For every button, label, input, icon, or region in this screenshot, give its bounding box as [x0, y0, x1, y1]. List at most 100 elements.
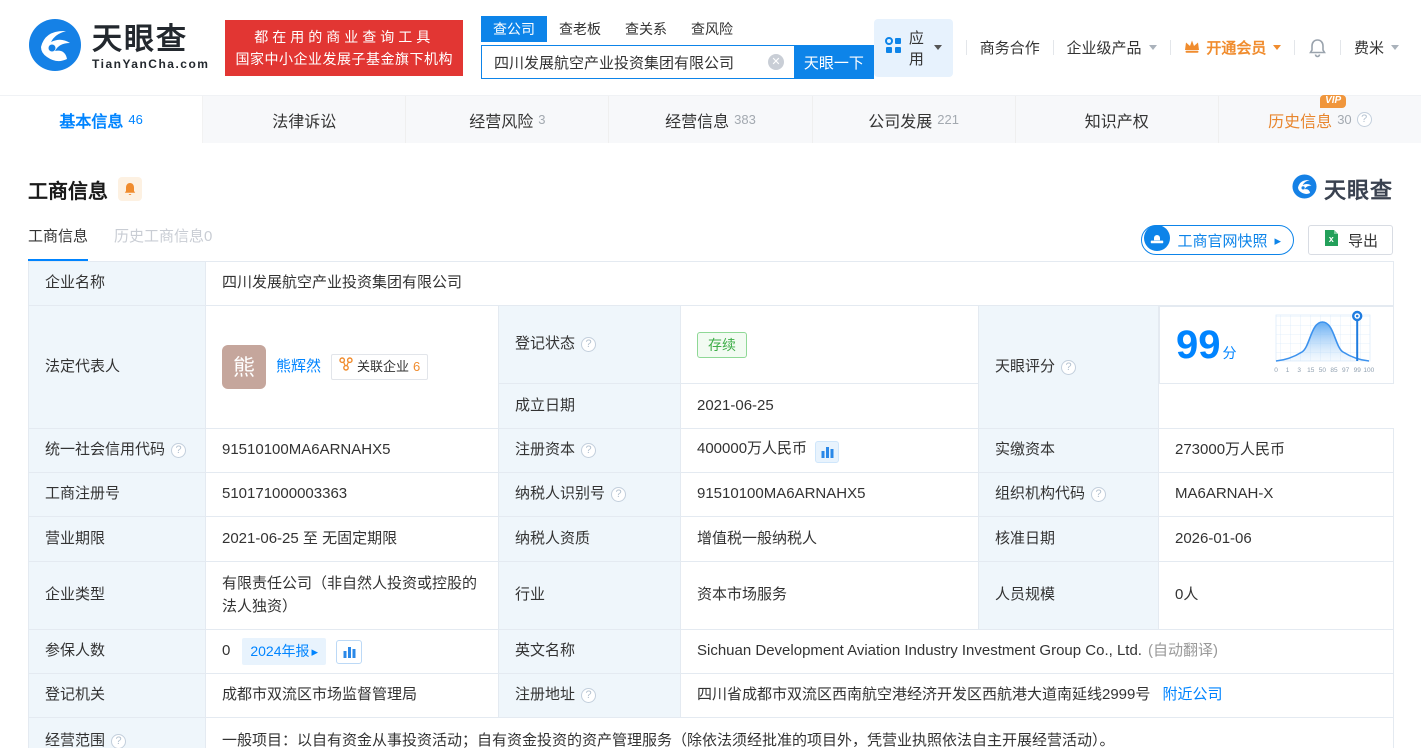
company-name-value: 四川发展航空产业投资集团有限公司 — [204, 261, 1395, 306]
user-menu[interactable]: 费米 — [1354, 37, 1399, 58]
vip-label: 开通会员 — [1206, 40, 1267, 57]
nav-enterprise[interactable]: 企业级产品 — [1067, 37, 1157, 58]
capital-chart-icon[interactable] — [815, 441, 840, 463]
clear-icon[interactable] — [767, 54, 784, 70]
search-tab-company[interactable]: 查公司 — [480, 16, 547, 42]
approval-date-value: 2026-01-06 — [1157, 516, 1395, 562]
svg-text:15: 15 — [1307, 367, 1315, 374]
svg-text:85: 85 — [1330, 367, 1338, 374]
help-icon[interactable] — [171, 443, 187, 458]
svg-text:1: 1 — [1285, 367, 1289, 374]
related-companies-badge[interactable]: 关联企业 6 — [331, 354, 429, 380]
field-label: 天眼评分 — [978, 305, 1159, 429]
tab-label: 经营信息 — [665, 113, 730, 131]
tab-ip[interactable]: 知识产权 — [1016, 96, 1219, 143]
annual-report-tag[interactable]: 2024年报 — [242, 638, 327, 665]
tab-count: 383 — [734, 112, 756, 127]
notification-bell[interactable] — [1308, 38, 1327, 58]
search-tabs: 查公司 查老板 查关系 查风险 — [480, 16, 874, 42]
apps-button[interactable]: 应用 — [873, 18, 953, 77]
score-distribution-chart: 0 1 3 15 50 85 97 99 100 — [1261, 307, 1383, 383]
insured-chart-icon[interactable] — [336, 639, 363, 664]
field-label: 登记状态 — [498, 305, 681, 384]
promo-banner: 都在用的商业查询工具 国家中小企业发展子基金旗下机构 — [225, 19, 463, 76]
related-count: 6 — [413, 359, 421, 375]
paid-capital-value: 273000万人民币 — [1157, 428, 1395, 473]
tab-legal[interactable]: 法律诉讼 — [203, 96, 407, 143]
help-icon[interactable] — [581, 688, 597, 703]
score-unit: 分 — [1222, 344, 1237, 361]
tab-basic-info[interactable]: 基本信息 46 — [0, 96, 204, 143]
table-row: 企业类型 有限责任公司（非自然人投资或控股的法人独资） 行业 资本市场服务 人员… — [28, 561, 1395, 630]
search-input[interactable] — [480, 45, 794, 79]
banner-line2: 国家中小企业发展子基金旗下机构 — [235, 50, 453, 67]
company-tabbar: 基本信息 46 法律诉讼 经营风险 3 经营信息 383 公司发展 221 知识… — [0, 94, 1421, 143]
search-tab-relation[interactable]: 查关系 — [613, 16, 679, 42]
top-nav: 应用 商务合作 企业级产品 开通会员 费米 — [873, 18, 1399, 77]
est-date-value: 2021-06-25 — [680, 383, 979, 429]
tab-operation-info[interactable]: 经营信息 383 — [609, 96, 813, 143]
enterprise-label: 企业级产品 — [1066, 40, 1142, 57]
nav-cooperation[interactable]: 商务合作 — [980, 37, 1040, 58]
help-icon[interactable] — [581, 337, 597, 352]
search-tab-boss[interactable]: 查老板 — [547, 16, 613, 42]
field-label: 注册地址 — [498, 673, 681, 718]
field-label: 企业类型 — [28, 561, 206, 630]
label-text: 注册资本 — [515, 441, 576, 459]
subtab-business-info[interactable]: 工商信息 — [28, 225, 89, 261]
report-tag-label: 2024年报 — [250, 643, 310, 659]
chevron-down-icon — [933, 45, 942, 50]
apps-label: 应用 — [908, 29, 924, 68]
table-row: 工商注册号 510171000003363 纳税人识别号 91510100MA6… — [28, 472, 1395, 517]
tab-label: 法律诉讼 — [272, 113, 337, 131]
status-tag: 存续 — [697, 331, 747, 358]
svg-text:100: 100 — [1363, 367, 1374, 374]
chevron-down-icon — [1390, 45, 1399, 50]
arrow-right-icon — [312, 641, 319, 662]
export-button[interactable]: x 导出 — [1307, 225, 1393, 255]
label-text: 纳税人识别号 — [515, 485, 606, 503]
svg-text:x: x — [1329, 234, 1334, 244]
section-title: 工商信息 — [28, 180, 108, 203]
label-text: 组织机构代码 — [995, 485, 1086, 503]
field-label: 组织机构代码 — [978, 472, 1159, 517]
table-row: 登记机关 成都市双流区市场监督管理局 注册地址 四川省成都市双流区西南航空港经济… — [28, 673, 1395, 718]
logo-text-en: TianYanCha.com — [92, 56, 210, 71]
field-label: 核准日期 — [978, 516, 1159, 562]
tab-history-info[interactable]: 历史信息 VIP 30 — [1219, 94, 1421, 143]
help-icon[interactable] — [581, 443, 597, 458]
svg-text:99: 99 — [1353, 367, 1361, 374]
field-label: 工商注册号 — [28, 472, 206, 517]
legal-rep-name-link[interactable]: 熊辉然 — [276, 356, 321, 379]
tab-operation-risk[interactable]: 经营风险 3 — [406, 96, 610, 143]
monitor-bell-icon[interactable] — [118, 177, 142, 201]
table-row: 统一社会信用代码 91510100MA6ARNAHX5 注册资本 400000万… — [28, 428, 1395, 473]
snapshot-label: 工商官网快照 — [1177, 232, 1268, 250]
field-label: 纳税人识别号 — [498, 472, 681, 517]
help-icon[interactable] — [1091, 487, 1107, 502]
search-button[interactable]: 天眼一下 — [793, 45, 874, 79]
nearby-companies-link[interactable]: 附近公司 — [1163, 686, 1223, 703]
field-label: 注册资本 — [498, 428, 681, 473]
tianyancha-logo[interactable]: 天眼查 TianYanCha.com — [28, 18, 209, 77]
field-label: 营业期限 — [28, 516, 206, 562]
label-text: 经营范围 — [45, 732, 106, 748]
help-icon[interactable] — [1061, 359, 1077, 375]
tianyancha-eye-icon — [1292, 174, 1317, 204]
legal-rep-avatar[interactable]: 熊 — [222, 345, 266, 389]
search-tab-risk[interactable]: 查风险 — [679, 16, 745, 42]
subtab-history-business-info[interactable]: 历史工商信息0 — [114, 225, 212, 259]
insured-count-value: 0 — [222, 642, 231, 660]
help-icon[interactable] — [611, 487, 627, 502]
tab-company-development[interactable]: 公司发展 221 — [813, 96, 1016, 143]
help-icon[interactable] — [1356, 112, 1372, 127]
nav-vip[interactable]: 开通会员 — [1183, 37, 1282, 58]
official-snapshot-button[interactable]: 工商官网快照 — [1141, 225, 1294, 255]
help-icon[interactable] — [111, 734, 127, 748]
score-cell[interactable]: 99 分 0 1 3 15 50 85 97 99 100 — [1159, 306, 1394, 384]
field-label: 登记机关 — [28, 673, 206, 718]
company-type-value: 有限责任公司（非自然人投资或控股的法人独资） — [205, 561, 499, 630]
excel-icon: x — [1323, 229, 1340, 251]
business-term-value: 2021-06-25 至 无固定期限 — [205, 516, 499, 562]
svg-text:3: 3 — [1297, 367, 1301, 374]
